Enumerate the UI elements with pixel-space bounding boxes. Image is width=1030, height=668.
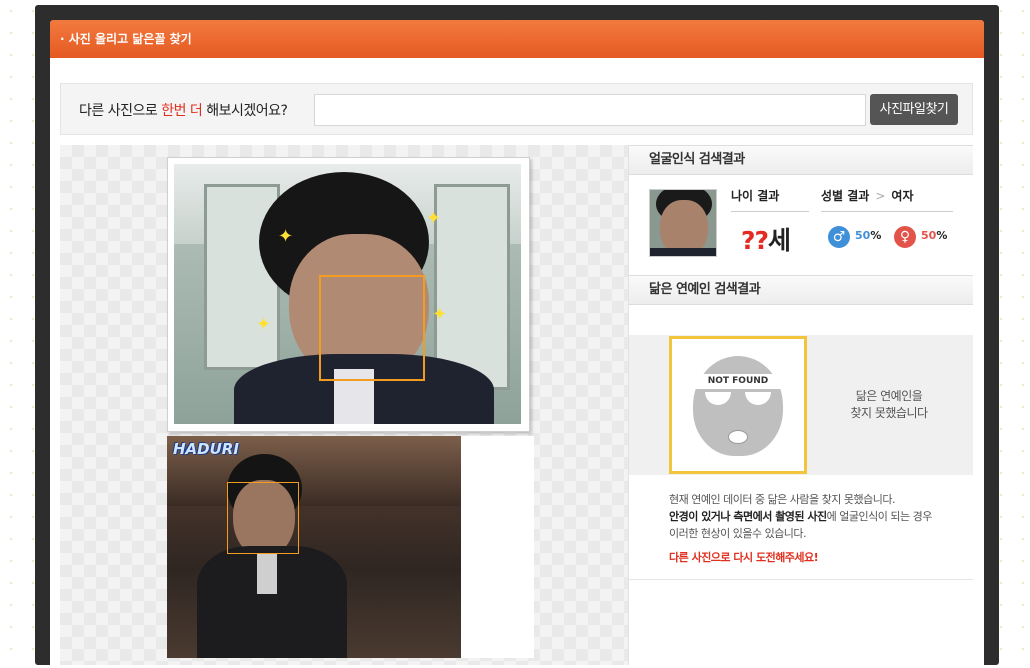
sparkle-icon: ✦ <box>432 304 448 325</box>
retry-prompt: 다른 사진으로 한번 더 해보시겠어요? <box>79 100 288 120</box>
section-header: · 사진 올리고 닮은꼴 찾기 <box>50 20 984 58</box>
male-icon: ♂ <box>828 226 850 248</box>
sparkle-icon: ✦ <box>256 314 272 335</box>
not-found-message: 닮은 연예인을 찾지 못했습니다 <box>850 389 928 420</box>
age-result-label: 나이 결과 <box>731 189 780 203</box>
not-found-label: NOT FOUND <box>707 376 769 386</box>
uploaded-photo-frame: ✦ ✦ ✦ ✦ <box>167 157 530 432</box>
celebrity-result-heading: 닮은 연예인 검색결과 <box>629 275 973 305</box>
female-icon: ♀ <box>894 226 916 248</box>
face-thumbnail <box>649 189 717 257</box>
female-percent: 50% <box>921 229 948 242</box>
haduri-watermark-logo: HADURI <box>173 440 239 458</box>
uploaded-photo: ✦ ✦ ✦ ✦ <box>174 164 521 424</box>
not-found-image: NOT FOUND <box>669 336 807 474</box>
retry-notice: 다른 사진으로 다시 도전해주세요! <box>669 551 819 564</box>
gender-result-label: 성별 결과 > 여자 <box>821 189 914 203</box>
sparkle-icon: ✦ <box>278 226 294 247</box>
upload-bar: 다른 사진으로 한번 더 해보시겠어요? 사진파일찾기 <box>60 83 973 135</box>
prompt-text: 다른 사진으로 <box>79 103 162 119</box>
prompt-text-end: 해보시겠어요? <box>202 103 288 119</box>
section-title: · 사진 올리고 닮은꼴 찾기 <box>60 32 192 46</box>
age-value: ??세 <box>741 226 791 255</box>
notice-text: 현재 연예인 데이터 중 닮은 사람을 찾지 못했습니다. 안경이 있거나 측면… <box>669 493 932 540</box>
results-panel: 얼굴인식 검색결과 나이 결과 성별 결과 > 여자 ??세 ♂ 50% ♀ 50%… <box>628 145 973 666</box>
photo-panel: ✦ ✦ ✦ ✦ HADURI <box>60 145 628 665</box>
result-photo: HADURI <box>167 436 461 658</box>
face-result-heading: 얼굴인식 검색결과 <box>629 145 973 175</box>
gender-value: 여자 <box>891 189 914 203</box>
face-result-body: 나이 결과 성별 결과 > 여자 ??세 ♂ 50% ♀ 50% <box>629 175 973 275</box>
find-photo-file-button[interactable]: 사진파일찾기 <box>870 94 958 125</box>
chevron-right-icon: > <box>875 189 886 203</box>
face-detection-box <box>319 275 425 381</box>
sparkle-icon: ✦ <box>426 208 442 229</box>
celebrity-result-body: NOT FOUND 닮은 연예인을 찾지 못했습니다 현재 연예인 데이터 중 닮… <box>629 305 973 579</box>
file-path-input[interactable] <box>314 94 866 126</box>
face-detection-box-small <box>227 482 299 554</box>
prompt-highlight: 한번 더 <box>161 103 203 119</box>
male-percent: 50% <box>855 229 882 242</box>
